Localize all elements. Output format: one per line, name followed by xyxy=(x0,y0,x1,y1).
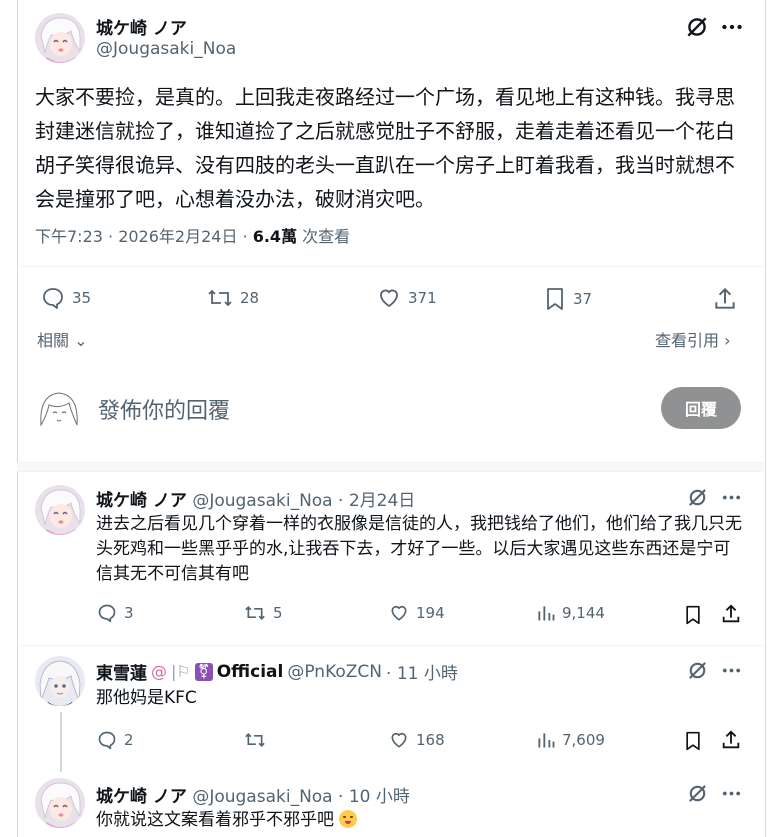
thread-connector xyxy=(60,712,62,772)
like-button[interactable]: 194 xyxy=(388,603,445,623)
bookmark-icon xyxy=(543,286,567,312)
section-divider xyxy=(17,462,764,472)
repost-button[interactable]: 28 xyxy=(206,286,259,310)
reply-submit-button[interactable]: 回覆 xyxy=(661,387,741,429)
post-meta: 下午7:23 · 2026年2月24日 · 6.4萬 次查看 xyxy=(35,223,350,247)
repost-icon xyxy=(243,730,267,750)
grok-icon[interactable] xyxy=(684,14,710,40)
avatar[interactable] xyxy=(35,778,85,828)
repost-button[interactable]: 5 xyxy=(243,603,283,623)
divider xyxy=(17,266,764,267)
like-count: 168 xyxy=(416,731,445,749)
avatar[interactable] xyxy=(35,656,85,706)
repost-icon xyxy=(243,603,267,623)
reply-time[interactable]: · 2月24日 xyxy=(338,491,415,511)
repost-button[interactable] xyxy=(243,730,273,750)
repost-count: 5 xyxy=(273,604,283,622)
heart-icon xyxy=(388,603,410,623)
reply-text: 你就说这文案看着邪乎不邪乎吧 xyxy=(96,810,334,830)
repost-icon xyxy=(206,286,234,310)
like-button[interactable]: 371 xyxy=(376,286,437,310)
reply-submit-label: 回覆 xyxy=(684,400,717,419)
view-count: 9,144 xyxy=(562,604,605,622)
grok-icon[interactable] xyxy=(686,782,709,805)
share-icon[interactable] xyxy=(720,603,742,625)
analytics-icon xyxy=(536,603,556,623)
views-button[interactable]: 7,609 xyxy=(536,730,605,750)
avatar[interactable] xyxy=(35,485,85,535)
like-count: 194 xyxy=(416,604,445,622)
reply-icon xyxy=(40,286,66,310)
bookmark-icon[interactable] xyxy=(683,604,703,626)
transgender-symbol-icon: ⚧ xyxy=(194,662,213,681)
reply-author-name[interactable]: 城ケ崎 ノア xyxy=(96,491,187,511)
view-label: 次查看 xyxy=(302,227,351,246)
reply-text: 进去之后看见几个穿着一样的衣服像是信徒的人，我把钱给了他们，他们给了我几只无头死… xyxy=(96,514,742,584)
like-count: 371 xyxy=(408,289,437,307)
post-time[interactable]: 下午7:23 · 2026年2月24日 · xyxy=(35,227,248,246)
white-flag-icon: |⚐ xyxy=(171,662,191,681)
view-count: 7,609 xyxy=(562,731,605,749)
bookmark-icon[interactable] xyxy=(683,730,703,752)
reply-time[interactable]: · 10 小時 xyxy=(338,787,410,807)
heart-icon xyxy=(376,286,402,310)
grok-icon[interactable] xyxy=(686,659,709,682)
reply-author-name[interactable]: 東雪蓮 xyxy=(96,659,147,684)
reply-icon xyxy=(96,603,118,623)
reply-text-line: 你就说这文案看着邪乎不邪乎吧 xyxy=(96,808,358,833)
reply-icon xyxy=(96,730,118,750)
chevron-right-icon: › xyxy=(724,331,731,350)
related-label: 相關 xyxy=(37,331,70,350)
avatar[interactable] xyxy=(35,13,85,63)
quotes-label: 查看引用 xyxy=(655,331,720,350)
author-handle[interactable]: @Jougasaki_Noa xyxy=(96,39,236,59)
reply-time[interactable]: · 11 小時 xyxy=(386,659,458,684)
grok-icon[interactable] xyxy=(686,486,709,509)
divider xyxy=(17,645,764,646)
reply-text: 那他妈是KFC xyxy=(96,688,197,708)
more-options-icon[interactable] xyxy=(719,14,745,40)
reply-header: 城ケ崎 ノア @Jougasaki_Noa · 10 小時 xyxy=(96,782,410,807)
current-user-avatar xyxy=(35,385,83,433)
reply-button[interactable]: 2 xyxy=(96,730,134,750)
repost-count: 28 xyxy=(240,289,260,307)
more-options-icon[interactable] xyxy=(720,659,743,682)
reply-button[interactable]: 35 xyxy=(40,286,91,310)
drooling-face-icon xyxy=(339,810,358,828)
related-link[interactable]: 相關 ⌄ xyxy=(37,327,88,351)
post-text: 大家不要捡，是真的。上回我走夜路经过一个广场，看见地上有这种钱。我寻思封建迷信就… xyxy=(35,85,735,211)
like-button[interactable]: 168 xyxy=(388,730,445,750)
share-icon[interactable] xyxy=(720,729,742,751)
analytics-icon xyxy=(536,730,556,750)
reply-header: 東雪蓮 @ |⚐ ⚧ Official @PnKoZCN · 11 小時 xyxy=(96,659,458,685)
reply-count: 2 xyxy=(124,731,134,749)
bookmark-count: 37 xyxy=(573,290,593,308)
view-quotes-link[interactable]: 查看引用 › xyxy=(655,327,731,351)
reply-author-handle[interactable]: @PnKoZCN xyxy=(287,662,382,682)
author-name[interactable]: 城ケ崎 ノア xyxy=(96,14,187,39)
view-count: 6.4萬 xyxy=(252,227,298,246)
official-badge: Official xyxy=(216,661,284,682)
spiral-emoji-icon: @ xyxy=(151,662,167,681)
reply-button[interactable]: 3 xyxy=(96,603,134,623)
more-options-icon[interactable] xyxy=(720,486,743,509)
views-button[interactable]: 9,144 xyxy=(536,603,605,623)
reply-author-name[interactable]: 城ケ崎 ノア xyxy=(96,787,187,807)
reply-author-handle[interactable]: @Jougasaki_Noa xyxy=(192,787,332,807)
more-options-icon[interactable] xyxy=(720,782,743,805)
reply-count: 3 xyxy=(124,604,134,622)
chevron-down-icon: ⌄ xyxy=(74,331,88,350)
reply-author-handle[interactable]: @Jougasaki_Noa xyxy=(192,491,332,511)
reply-composer-input[interactable]: 發佈你的回覆 xyxy=(98,393,638,425)
bookmark-button[interactable]: 37 xyxy=(543,286,592,312)
share-icon[interactable] xyxy=(712,286,738,312)
heart-icon xyxy=(388,730,410,750)
reply-header: 城ケ崎 ノア @Jougasaki_Noa · 2月24日 xyxy=(96,486,415,511)
reply-count: 35 xyxy=(72,289,92,307)
